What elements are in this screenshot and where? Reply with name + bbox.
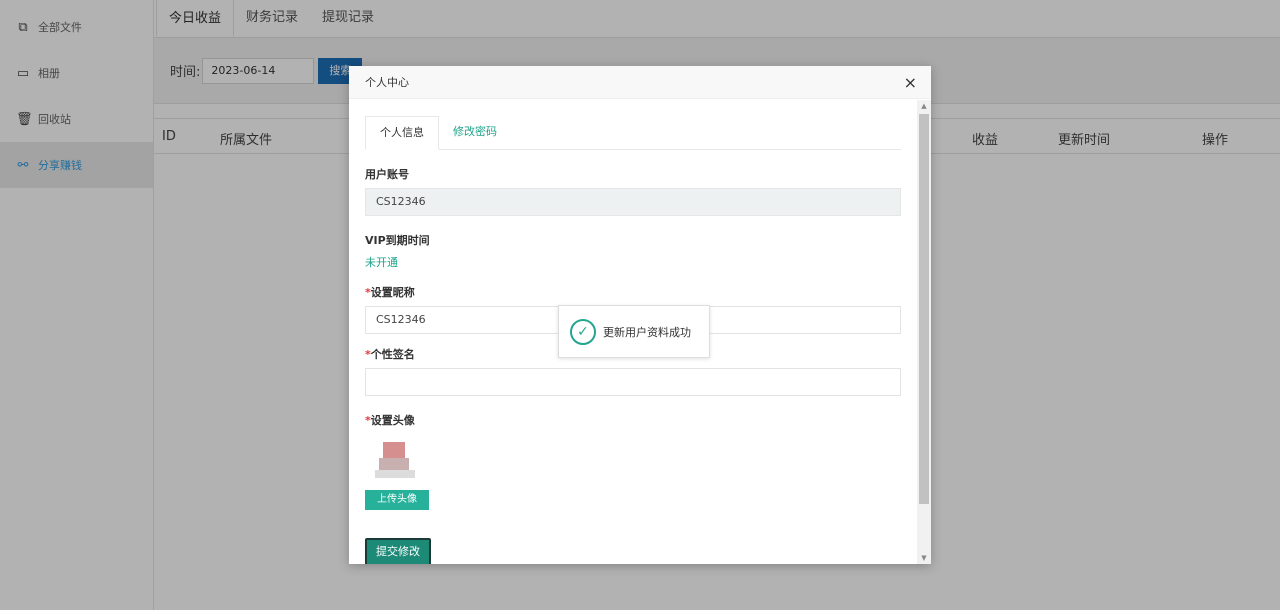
- modal-header: 个人中心 ×: [349, 66, 931, 99]
- signature-input[interactable]: [365, 368, 901, 396]
- account-label: 用户账号: [365, 168, 409, 181]
- tab-personal-info[interactable]: 个人信息: [365, 116, 439, 150]
- vip-expiry-label: VIP到期时间: [365, 234, 430, 247]
- check-circle-icon: ✓: [570, 318, 596, 345]
- modal-scrollbar[interactable]: ▲ ▼: [917, 100, 931, 564]
- success-toast: ✓ 更新用户资料成功: [558, 305, 710, 358]
- account-field: CS12346: [365, 188, 901, 216]
- profile-tabs: 个人信息 修改密码: [365, 116, 901, 150]
- nickname-label: *设置昵称: [365, 286, 415, 299]
- submit-button[interactable]: 提交修改: [365, 538, 431, 564]
- avatar: [375, 438, 419, 484]
- scroll-thumb[interactable]: [919, 114, 929, 504]
- close-icon[interactable]: ×: [904, 66, 917, 99]
- scroll-down-icon[interactable]: ▼: [917, 554, 931, 562]
- avatar-label: *设置头像: [365, 414, 415, 427]
- tab-change-password[interactable]: 修改密码: [439, 116, 511, 149]
- scroll-up-icon[interactable]: ▲: [917, 102, 931, 110]
- toast-message: 更新用户资料成功: [603, 325, 691, 339]
- upload-avatar-button[interactable]: 上传头像: [365, 490, 429, 510]
- modal-title: 个人中心: [365, 76, 409, 89]
- vip-expiry-value: 未开通: [365, 256, 398, 269]
